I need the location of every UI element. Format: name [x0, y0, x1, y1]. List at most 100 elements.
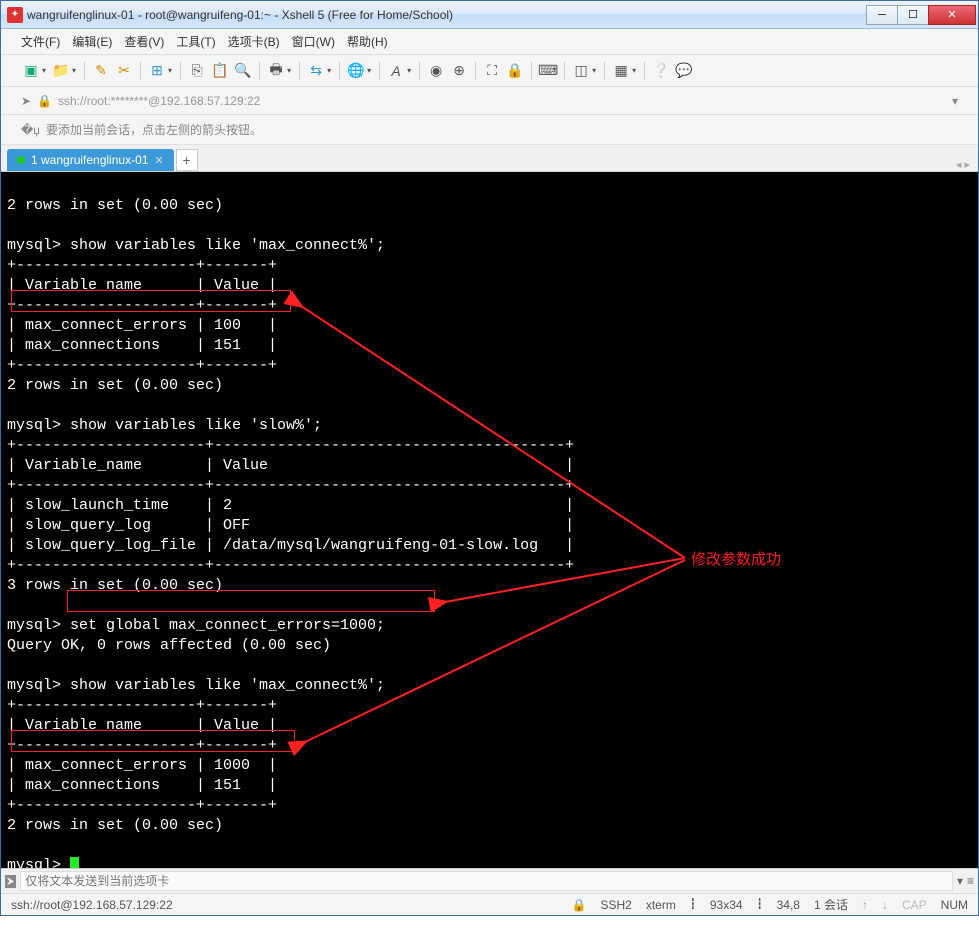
- menu-options[interactable]: 选项卡(B): [228, 33, 280, 50]
- menu-edit[interactable]: 编辑(E): [72, 33, 112, 50]
- status-num: NUM: [941, 898, 968, 912]
- address-text[interactable]: ssh://root:********@192.168.57.129:22: [58, 94, 946, 108]
- menu-file[interactable]: 文件(F): [21, 33, 60, 50]
- print-icon[interactable]: 🖶: [266, 61, 286, 81]
- terminal-line: Query OK, 0 rows affected (0.00 sec): [7, 637, 331, 654]
- session-tab[interactable]: 1 wangruifenglinux-01 ✕: [7, 149, 174, 171]
- tab-strip: 1 wangruifenglinux-01 ✕ + ◂ ▸: [1, 145, 978, 172]
- transfer-icon[interactable]: ⇆: [306, 61, 326, 81]
- reconnect-icon[interactable]: ✎: [91, 61, 111, 81]
- menu-tools[interactable]: 工具(T): [176, 33, 215, 50]
- terminal-line: 3 rows in set (0.00 sec): [7, 577, 223, 594]
- arrow-add-icon[interactable]: ➤: [21, 94, 31, 108]
- terminal-line: mysql> show variables like 'max_connect%…: [7, 677, 385, 694]
- size-icon: ┇: [690, 899, 696, 910]
- keyboard-icon[interactable]: ⌨: [538, 61, 558, 81]
- app-icon: ✦: [7, 7, 23, 23]
- toolbar: ▣▾ 📁▾ ✎ ✂ ⊞▾ ⎘ 📋 🔍 🖶▾ ⇆▾ 🌐▾ A▾ ◉ ⊕ ⛶ 🔒 ⌨…: [1, 55, 978, 87]
- app-window: ✦ wangruifenglinux-01 - root@wangruifeng…: [0, 0, 979, 916]
- lock-icon[interactable]: 🔒: [505, 61, 525, 81]
- open-icon[interactable]: 📁: [51, 61, 71, 81]
- terminal-line: +---------------------+-----------------…: [7, 477, 574, 494]
- new-session-icon[interactable]: ▣: [21, 61, 41, 81]
- font-icon[interactable]: A: [386, 61, 406, 81]
- status-pos: 34,8: [777, 898, 800, 912]
- disconnect-icon[interactable]: ✂: [114, 61, 134, 81]
- send-input[interactable]: [20, 871, 953, 891]
- terminal-line: +---------------------+-----------------…: [7, 437, 574, 454]
- fullscreen-icon[interactable]: ⛶: [482, 61, 502, 81]
- net-down-icon: ↓: [882, 898, 888, 912]
- terminal-line: | Variable_name | Value |: [7, 277, 277, 294]
- annotation-label: 修改参数成功: [691, 550, 781, 570]
- menubar: 文件(F) 编辑(E) 查看(V) 工具(T) 选项卡(B) 窗口(W) 帮助(…: [1, 29, 978, 55]
- bookmark-icon[interactable]: �џ: [21, 123, 40, 137]
- terminal-line: | max_connections | 151 |: [7, 337, 277, 354]
- terminal-line: 2 rows in set (0.00 sec): [7, 817, 223, 834]
- titlebar[interactable]: ✦ wangruifenglinux-01 - root@wangruifeng…: [1, 1, 978, 29]
- tab-close-icon[interactable]: ✕: [154, 154, 163, 167]
- tile-icon[interactable]: ▦: [611, 61, 631, 81]
- ssh-lock-icon: 🔒: [572, 898, 587, 912]
- menu-window[interactable]: 窗口(W): [292, 33, 335, 50]
- send-menu-icon[interactable]: ▾: [957, 874, 963, 888]
- properties-icon[interactable]: ⊞: [147, 61, 167, 81]
- log-icon[interactable]: ⊕: [449, 61, 469, 81]
- terminal-line: | Variable_name | Value |: [7, 457, 574, 474]
- tab-nav[interactable]: ◂ ▸: [956, 158, 972, 171]
- terminal-line: mysql> show variables like 'slow%';: [7, 417, 322, 434]
- new-tab-button[interactable]: +: [176, 149, 198, 171]
- terminal-line: mysql> set global max_connect_errors=100…: [7, 617, 385, 634]
- terminal-line: | max_connect_errors | 100 |: [7, 317, 277, 334]
- status-conn: ssh://root@192.168.57.129:22: [11, 898, 173, 912]
- terminal-line: | max_connect_errors | 1000 |: [7, 757, 277, 774]
- menu-help[interactable]: 帮助(H): [347, 33, 388, 50]
- pos-icon: ┇: [757, 899, 763, 910]
- hint-bar: �џ 要添加当前会话，点击左侧的箭头按钮。: [1, 115, 978, 145]
- find-icon[interactable]: 🔍: [233, 61, 253, 81]
- terminal-line: +--------------------+-------+: [7, 357, 277, 374]
- send-list-icon[interactable]: ≡: [967, 874, 974, 888]
- lock-small-icon: 🔒: [37, 94, 52, 108]
- status-sess: 1 会话: [814, 896, 848, 913]
- chat-icon[interactable]: 💬: [674, 61, 694, 81]
- terminal[interactable]: 2 rows in set (0.00 sec) mysql> show var…: [1, 172, 978, 868]
- statusbar: ssh://root@192.168.57.129:22 🔒 SSH2 xter…: [1, 893, 978, 915]
- address-bar: ➤ 🔒 ssh://root:********@192.168.57.129:2…: [1, 87, 978, 115]
- status-term: xterm: [646, 898, 676, 912]
- terminal-line: +--------------------+-------+: [7, 797, 277, 814]
- terminal-line: | Variable_name | Value |: [7, 717, 277, 734]
- script-icon[interactable]: ◉: [426, 61, 446, 81]
- minimize-button[interactable]: ─: [866, 5, 898, 25]
- terminal-line: | max_connections | 151 |: [7, 777, 277, 794]
- help-icon[interactable]: ❔: [651, 61, 671, 81]
- cursor: [70, 857, 79, 868]
- tab-label: 1 wangruifenglinux-01: [31, 153, 148, 167]
- terminal-line: mysql> show variables like 'max_connect%…: [7, 237, 385, 254]
- terminal-line: | slow_query_log | OFF |: [7, 517, 574, 534]
- net-up-icon: ↑: [862, 898, 868, 912]
- copy-icon[interactable]: ⎘: [187, 61, 207, 81]
- terminal-line: 2 rows in set (0.00 sec): [7, 197, 223, 214]
- terminal-line: +--------------------+-------+: [7, 737, 277, 754]
- send-icon[interactable]: ⮞: [5, 875, 16, 888]
- status-proto: SSH2: [600, 898, 631, 912]
- terminal-line: +--------------------+-------+: [7, 297, 277, 314]
- terminal-line: +---------------------+-----------------…: [7, 557, 574, 574]
- status-size: 93x34: [710, 898, 743, 912]
- terminal-line: | slow_query_log_file | /data/mysql/wang…: [7, 537, 574, 554]
- globe-icon[interactable]: 🌐: [346, 61, 366, 81]
- title-text: wangruifenglinux-01 - root@wangruifeng-0…: [27, 8, 867, 22]
- send-bar: ⮞ ▾ ≡: [1, 868, 978, 893]
- terminal-line: mysql>: [7, 857, 70, 868]
- terminal-line: 2 rows in set (0.00 sec): [7, 377, 223, 394]
- status-dot-icon: [17, 156, 25, 164]
- paste-icon[interactable]: 📋: [210, 61, 230, 81]
- maximize-button[interactable]: ☐: [897, 5, 929, 25]
- terminal-line: +--------------------+-------+: [7, 697, 277, 714]
- dropdown-icon[interactable]: ▾: [952, 94, 958, 108]
- close-button[interactable]: ✕: [928, 5, 976, 25]
- menu-view[interactable]: 查看(V): [124, 33, 164, 50]
- terminal-line: | slow_launch_time | 2 |: [7, 497, 574, 514]
- layout-icon[interactable]: ◫: [571, 61, 591, 81]
